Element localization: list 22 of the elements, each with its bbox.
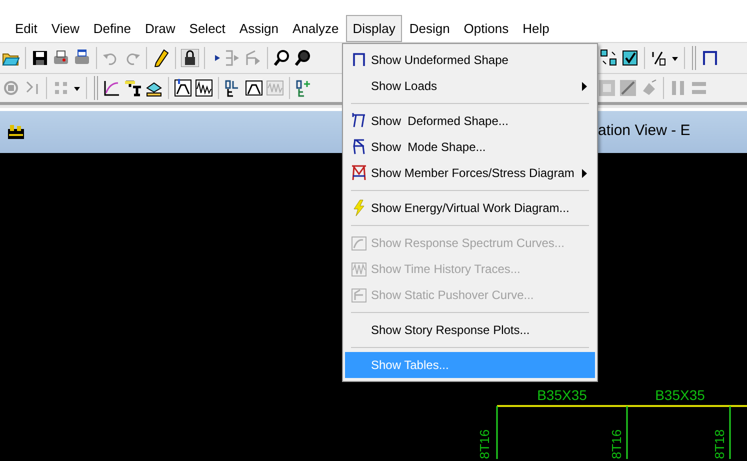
menu-item[interactable]: Assign: [232, 14, 286, 42]
menu-item[interactable]: View: [44, 14, 86, 42]
column-label: 8T16: [609, 429, 624, 459]
menu-item[interactable]: Options: [456, 14, 516, 42]
beam-label: B35X35: [655, 387, 705, 403]
column-label: 8T16: [477, 429, 492, 459]
column-label: 8T18: [712, 429, 727, 459]
window-title: ation View - E: [598, 121, 690, 141]
menu-item[interactable]: Analyze: [285, 14, 346, 42]
beam-label: B35X35: [537, 387, 587, 403]
menu-item[interactable]: Define: [86, 14, 138, 42]
menu-item[interactable]: Select: [182, 14, 232, 42]
menu-item[interactable]: Show Story Response Plots...: [345, 317, 595, 343]
menu-item[interactable]: Display: [346, 14, 402, 42]
menu-item[interactable]: Design: [402, 14, 457, 42]
menu-item[interactable]: Show Energy/Virtual Work Diagram...: [345, 195, 595, 221]
menu-item[interactable]: Show Mode Shape...: [345, 134, 595, 160]
menu-item[interactable]: Draw: [138, 14, 182, 42]
menu-item[interactable]: Show Member Forces/Stress Diagram: [345, 160, 595, 186]
menu-item[interactable]: Edit: [8, 14, 44, 42]
menu-item[interactable]: Show Deformed Shape...: [345, 108, 595, 134]
menu-item[interactable]: Help: [516, 14, 556, 42]
